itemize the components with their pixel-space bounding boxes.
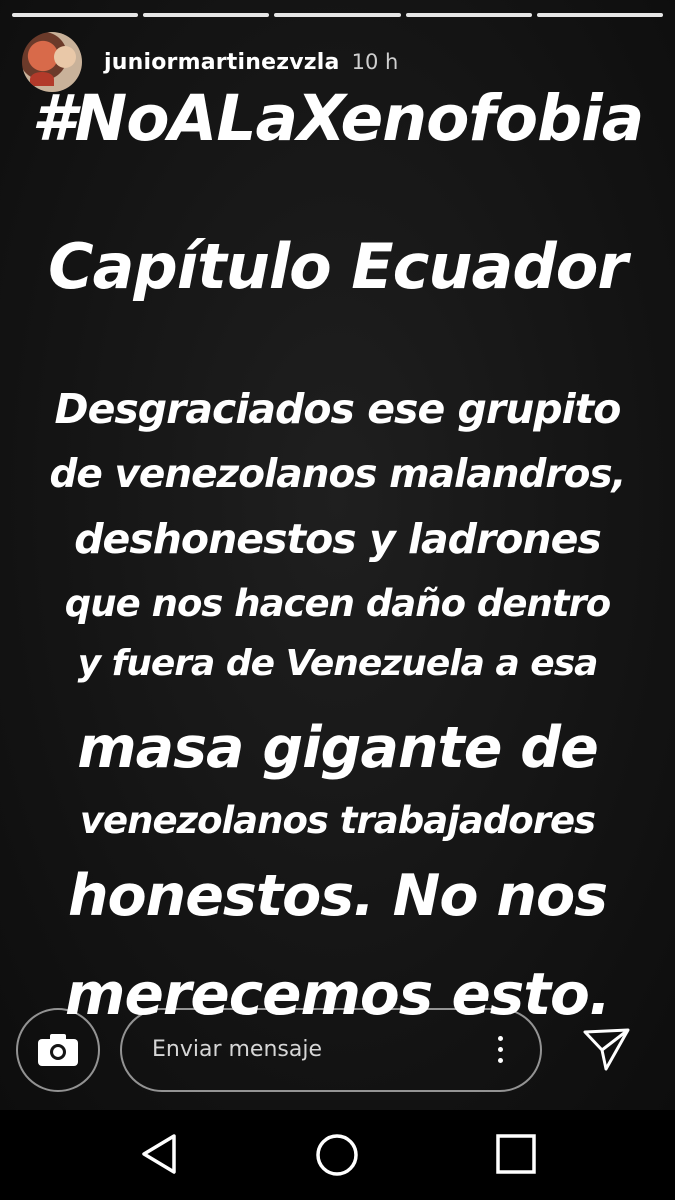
camera-button[interactable]: [16, 1008, 100, 1092]
story-progress-bar: [12, 13, 664, 17]
message-placeholder: Enviar mensaje: [152, 1037, 322, 1062]
progress-segment: [143, 13, 270, 17]
back-triangle-icon: [142, 1134, 176, 1174]
recents-square-icon: [496, 1134, 536, 1174]
story-view[interactable]: juniormartinezvzla 10 h #NoALaXenofobia …: [0, 0, 675, 1110]
system-nav-bar: [0, 1110, 675, 1200]
progress-segment: [12, 13, 139, 17]
story-text-line: Desgraciados ese grupito: [54, 385, 622, 433]
story-text-line: honestos. No nos: [67, 863, 608, 929]
chapter-heading: Capítulo Ecuador: [48, 230, 628, 303]
send-icon: [583, 1028, 630, 1071]
message-input[interactable]: Enviar mensaje: [120, 1008, 542, 1092]
progress-segment: [405, 13, 532, 17]
send-button[interactable]: [582, 1026, 632, 1076]
story-text-line: deshonestos y ladrones: [74, 515, 602, 563]
progress-segment: [536, 13, 664, 17]
story-text-line: que nos hacen daño dentro: [64, 582, 611, 625]
progress-segment: [274, 13, 401, 17]
story-text-line: de venezolanos malandros,: [49, 452, 627, 497]
home-button[interactable]: [314, 1132, 360, 1182]
hashtag-title: #NoALaXenofobia: [31, 82, 645, 155]
username[interactable]: juniormartinezvzla: [104, 50, 340, 75]
home-circle-icon: [316, 1134, 358, 1176]
back-button[interactable]: [138, 1132, 182, 1180]
timestamp: 10 h: [351, 50, 399, 74]
story-text-line: venezolanos trabajadores: [79, 799, 596, 842]
recents-button[interactable]: [494, 1132, 538, 1180]
camera-icon: [38, 1034, 78, 1066]
story-text-line: y fuera de Venezuela a esa: [77, 643, 599, 684]
more-vert-icon[interactable]: [498, 1036, 504, 1069]
reply-bar: Enviar mensaje: [0, 1004, 675, 1110]
story-text-line: masa gigante de: [77, 715, 599, 781]
